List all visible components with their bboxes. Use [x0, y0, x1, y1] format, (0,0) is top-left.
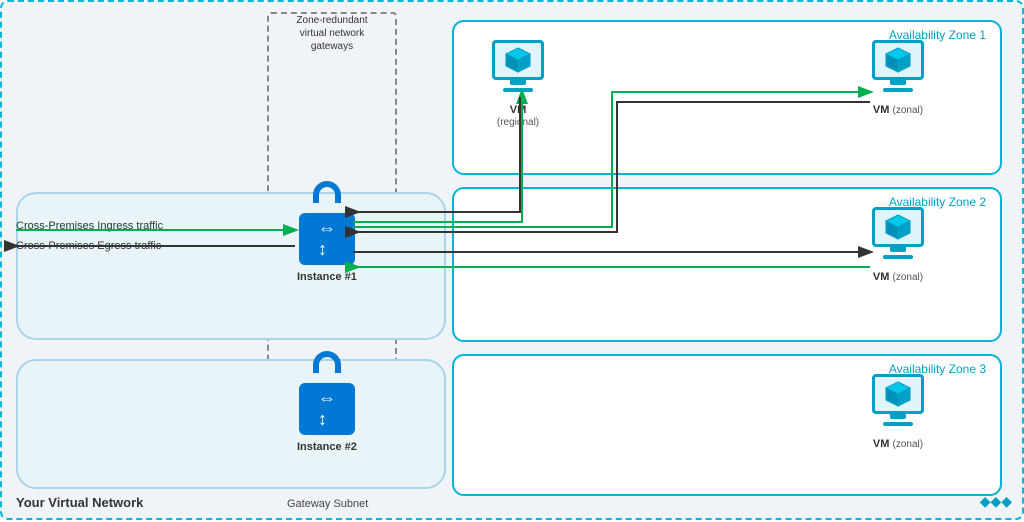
vm-zonal2-label: VM (zonal) — [873, 271, 923, 283]
vnet-label: Your Virtual Network — [16, 495, 143, 510]
vm-regional-label: VM (regional) — [497, 104, 539, 128]
egress-label: Cross-Premises Egress traffic — [16, 240, 161, 252]
gateway-instance-1: ⇔↕ Instance #1 — [297, 197, 357, 283]
instance2-label: Instance #2 — [297, 441, 357, 453]
diagram-container: Zone-redundant virtual network gateways … — [0, 0, 1024, 520]
vm-zonal-2: VM (zonal) — [872, 207, 924, 283]
cube-icon-zonal2 — [884, 213, 912, 241]
instance1-label: Instance #1 — [297, 271, 357, 283]
lock-icon-1: ⇔↕ — [299, 197, 355, 265]
gateway-instance-2: ⇔↕ Instance #2 — [297, 367, 357, 453]
vm-zonal3-label: VM (zonal) — [873, 438, 923, 450]
vm-zonal-1: VM (zonal) — [872, 40, 924, 116]
vm-zonal3-monitor — [872, 374, 924, 414]
cube-icon-zonal1 — [884, 46, 912, 74]
dots-indicator: ◆◆◆ — [980, 493, 1012, 510]
lock-body-1: ⇔↕ — [299, 213, 355, 265]
zone-row-3 — [16, 359, 446, 489]
cube-icon-regional — [504, 46, 532, 74]
vm-zonal2-base — [883, 255, 913, 259]
vm-zonal3-base — [883, 422, 913, 426]
lock-arrows-1: ⇔↕ — [318, 218, 336, 260]
vm-zonal1-base — [883, 88, 913, 92]
vm-zonal2-monitor — [872, 207, 924, 247]
ingress-label: Cross-Premises Ingress traffic — [16, 220, 163, 232]
lock-shackle-1 — [313, 181, 341, 203]
lock-icon-2: ⇔↕ — [299, 367, 355, 435]
vm-zonal1-label: VM (zonal) — [873, 104, 923, 116]
vm-zonal-3: VM (zonal) — [872, 374, 924, 450]
vm-zonal1-monitor — [872, 40, 924, 80]
vm-regional: VM (regional) — [492, 40, 544, 128]
cube-icon-zonal3 — [884, 380, 912, 408]
lock-shackle-2 — [313, 351, 341, 373]
vm-regional-base — [503, 88, 533, 92]
lock-body-2: ⇔↕ — [299, 383, 355, 435]
gateway-subnet-label: Gateway Subnet — [287, 498, 368, 510]
zone-row-1 — [16, 192, 446, 340]
lock-arrows-2: ⇔↕ — [318, 388, 336, 430]
vm-regional-monitor — [492, 40, 544, 80]
zone-redundant-label: Zone-redundant virtual network gateways — [272, 14, 392, 53]
